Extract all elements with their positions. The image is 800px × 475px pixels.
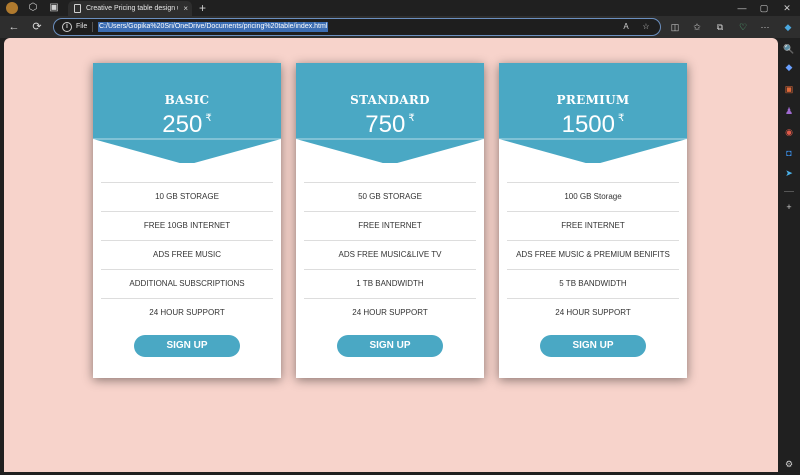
- feature-list: 100 GB Storage FREE INTERNET ADS FREE MU…: [507, 182, 679, 327]
- close-window-button[interactable]: ✕: [780, 1, 794, 15]
- address-divider: [92, 22, 93, 32]
- page-viewport: BASIC 250 ₹ 10 GB STORAGE FREE 10GB INTER…: [4, 38, 778, 472]
- workspaces-icon[interactable]: ⬡: [27, 2, 39, 14]
- card-header: STANDARD 750 ₹: [296, 63, 484, 163]
- new-tab-button[interactable]: +: [199, 1, 206, 15]
- feature-item: FREE 10GB INTERNET: [101, 211, 273, 240]
- outlook-icon[interactable]: ◘: [782, 146, 796, 160]
- feature-item: ADS FREE MUSIC&LIVE TV: [304, 240, 476, 269]
- browser-toolbar: ← ⟳ i File C:/Users/Gopika%20Sri/OneDriv…: [0, 16, 800, 38]
- maximize-button[interactable]: ▢: [757, 1, 771, 15]
- url-text[interactable]: C:/Users/Gopika%20Sri/OneDrive/Documents…: [98, 22, 329, 32]
- plan-name: BASIC: [164, 93, 210, 107]
- address-bar[interactable]: i File C:/Users/Gopika%20Sri/OneDrive/Do…: [53, 18, 661, 36]
- pricing-card-standard: STANDARD 750 ₹ 50 GB STORAGE FREE INTERNE…: [296, 63, 484, 378]
- price-value: 250: [162, 111, 203, 138]
- feature-list: 50 GB STORAGE FREE INTERNET ADS FREE MUS…: [304, 182, 476, 327]
- sign-up-button[interactable]: SIGN UP: [134, 335, 240, 357]
- pricing-card-basic: BASIC 250 ₹ 10 GB STORAGE FREE 10GB INTER…: [93, 63, 281, 378]
- split-screen-icon[interactable]: ◫: [668, 20, 682, 34]
- feature-item: ADS FREE MUSIC & PREMIUM BENIFITS: [507, 240, 679, 269]
- feature-item: 5 TB BANDWIDTH: [507, 269, 679, 298]
- performance-icon[interactable]: ♡: [736, 20, 750, 34]
- browser-tab[interactable]: Creative Pricing table design usi ×: [68, 1, 192, 16]
- card-header: BASIC 250 ₹: [93, 63, 281, 163]
- search-icon[interactable]: 🔍: [782, 42, 796, 56]
- copilot-icon[interactable]: ◆: [781, 20, 795, 34]
- refresh-button[interactable]: ⟳: [30, 20, 44, 34]
- more-options-icon[interactable]: ···: [758, 20, 772, 34]
- browser-titlebar: ⬡ ▣ Creative Pricing table design usi × …: [0, 0, 800, 16]
- currency-symbol: ₹: [618, 113, 625, 124]
- favorite-star-icon[interactable]: ☆: [640, 21, 652, 33]
- collections-icon[interactable]: ⧉: [713, 20, 727, 34]
- profile-avatar-icon[interactable]: [6, 2, 18, 14]
- minimize-button[interactable]: —: [735, 1, 749, 15]
- currency-symbol: ₹: [408, 113, 415, 124]
- feature-item: ADDITIONAL SUBSCRIPTIONS: [101, 269, 273, 298]
- sign-up-button[interactable]: SIGN UP: [540, 335, 646, 357]
- plan-name: STANDARD: [350, 93, 430, 107]
- tab-actions-icon[interactable]: ▣: [48, 2, 60, 14]
- file-label: File: [76, 23, 88, 30]
- plan-name: PREMIUM: [556, 93, 630, 107]
- feature-item: ADS FREE MUSIC: [101, 240, 273, 269]
- feature-item: FREE INTERNET: [507, 211, 679, 240]
- settings-icon[interactable]: ⚙: [782, 457, 796, 471]
- send-icon[interactable]: ➤: [782, 166, 796, 180]
- info-icon[interactable]: i: [62, 22, 72, 32]
- plan-price: 1500 ₹: [499, 111, 687, 139]
- read-aloud-icon[interactable]: A: [620, 21, 632, 33]
- favorites-icon[interactable]: ✩: [690, 20, 704, 34]
- feature-item: 24 HOUR SUPPORT: [101, 298, 273, 327]
- document-icon: [74, 4, 81, 13]
- feature-item: FREE INTERNET: [304, 211, 476, 240]
- tab-title: Creative Pricing table design usi: [86, 5, 178, 12]
- feature-item: 50 GB STORAGE: [304, 182, 476, 211]
- feature-item: 1 TB BANDWIDTH: [304, 269, 476, 298]
- feature-item: 24 HOUR SUPPORT: [304, 298, 476, 327]
- add-sidebar-app-icon[interactable]: +: [782, 200, 796, 214]
- pricing-card-premium: PREMIUM 1500 ₹ 100 GB Storage FREE INTERN…: [499, 63, 687, 378]
- sidebar-divider: [784, 191, 794, 192]
- feature-item: 100 GB Storage: [507, 182, 679, 211]
- office-icon[interactable]: ◉: [782, 125, 796, 139]
- tools-icon[interactable]: ▣: [782, 82, 796, 96]
- price-value: 1500: [561, 111, 615, 138]
- games-icon[interactable]: ♟: [782, 104, 796, 118]
- shopping-tag-icon[interactable]: ◆: [782, 60, 796, 74]
- feature-list: 10 GB STORAGE FREE 10GB INTERNET ADS FRE…: [101, 182, 273, 327]
- tab-close-icon[interactable]: ×: [183, 3, 188, 14]
- feature-item: 10 GB STORAGE: [101, 182, 273, 211]
- browser-sidebar: 🔍 ◆ ▣ ♟ ◉ ◘ ➤ + ⚙: [778, 38, 800, 475]
- back-button[interactable]: ←: [7, 20, 21, 34]
- currency-symbol: ₹: [205, 113, 212, 124]
- plan-price: 750 ₹: [296, 111, 484, 139]
- feature-item: 24 HOUR SUPPORT: [507, 298, 679, 327]
- plan-price: 250 ₹: [93, 111, 281, 139]
- sign-up-button[interactable]: SIGN UP: [337, 335, 443, 357]
- price-value: 750: [365, 111, 406, 138]
- card-header: PREMIUM 1500 ₹: [499, 63, 687, 163]
